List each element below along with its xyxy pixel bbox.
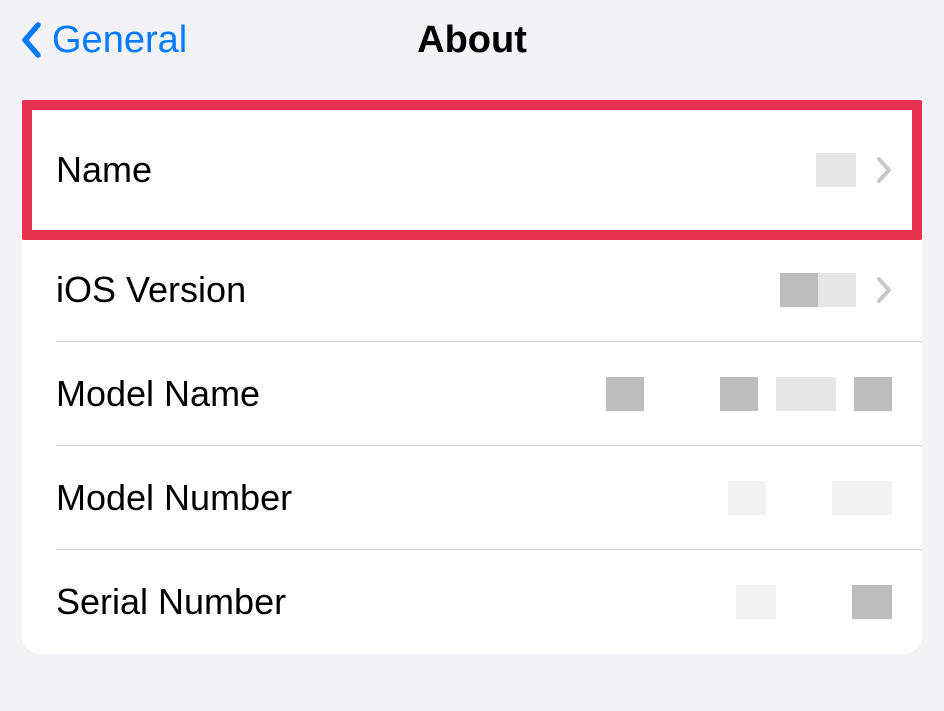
redacted-block (818, 273, 856, 307)
redacted-value (780, 273, 856, 307)
row-name[interactable]: Name (32, 110, 912, 230)
redacted-value (736, 585, 892, 619)
redacted-block (736, 585, 776, 619)
row-model-name[interactable]: Model Name (22, 342, 922, 446)
row-model-number-value-group (728, 481, 892, 515)
redacted-block (832, 481, 892, 515)
back-label: General (52, 19, 187, 62)
page-title: About (417, 19, 527, 62)
redacted-value (728, 481, 892, 515)
row-model-number[interactable]: Model Number (22, 446, 922, 550)
redacted-block (720, 377, 758, 411)
content: Name iOS Version (0, 80, 944, 654)
row-model-name-value-group (606, 377, 892, 411)
row-name-label: Name (56, 149, 152, 191)
row-name-value-group (816, 153, 892, 187)
redacted-block (854, 377, 892, 411)
redacted-block (816, 153, 856, 187)
row-ios-version-label: iOS Version (56, 269, 246, 311)
nav-header: General About (0, 0, 944, 80)
row-serial-number-value-group (736, 585, 892, 619)
chevron-right-icon (876, 156, 892, 184)
row-model-name-label: Model Name (56, 373, 260, 415)
row-ios-version-value-group (780, 273, 892, 307)
redacted-value (816, 153, 856, 187)
row-serial-number[interactable]: Serial Number (22, 550, 922, 654)
highlighted-row-container: Name (22, 100, 922, 240)
redacted-block (776, 377, 836, 411)
back-button[interactable]: General (20, 19, 187, 62)
chevron-left-icon (20, 22, 42, 58)
row-serial-number-label: Serial Number (56, 581, 286, 623)
redacted-block (852, 585, 892, 619)
redacted-block (606, 377, 644, 411)
redacted-value (606, 377, 892, 411)
chevron-right-icon (876, 276, 892, 304)
settings-list: iOS Version Model Name (22, 238, 922, 654)
redacted-block (780, 273, 818, 307)
row-model-number-label: Model Number (56, 477, 292, 519)
row-ios-version[interactable]: iOS Version (22, 238, 922, 342)
redacted-block (728, 481, 766, 515)
